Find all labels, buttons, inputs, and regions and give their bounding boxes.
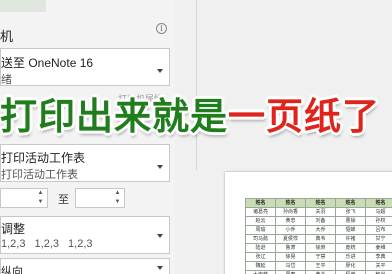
table-cell: 典韦 <box>305 234 336 244</box>
printer-dropdown[interactable]: 送至 OneNote 16 绪 <box>0 48 170 86</box>
orientation-label: 纵向 <box>1 266 23 274</box>
chevron-down-icon <box>157 69 163 73</box>
header-cell: 姓名 <box>365 198 392 208</box>
spin-up-icon[interactable]: ▲ <box>37 190 44 197</box>
header-cell: 姓名 <box>275 198 306 208</box>
table-cell: 张飞 <box>335 207 366 217</box>
table-cell: 鲁肃 <box>275 243 306 253</box>
table-cell: 陆逊 <box>245 243 276 253</box>
pane-header-strip <box>0 0 46 12</box>
table-cell: 周泰 <box>275 270 306 274</box>
table-row: 太史慈周泰黄盖程普韩当 <box>245 270 392 274</box>
printer-section-title: 机 <box>0 29 14 44</box>
page-to-input[interactable]: ▲ ▼ <box>75 188 125 208</box>
table-cell: 刘备 <box>305 216 336 226</box>
preview-table: 姓名 姓名 姓名 姓名 姓名 诸葛亮 孙尚香 关羽 张飞 马超 赵云 黄忠 刘备 曹操 孙权 周瑜 小乔 大乔 貂蝉… <box>245 198 392 274</box>
caption-main: 打印出来就是 <box>0 95 228 138</box>
table-cell: 赵云 <box>245 216 276 226</box>
chevron-down-icon <box>157 266 163 270</box>
table-cell: 徐晃 <box>275 252 306 262</box>
header-cell: 姓名 <box>245 198 276 208</box>
table-cell: 廖化 <box>335 261 366 271</box>
printer-name: 送至 OneNote 16 <box>1 56 94 70</box>
table-row: 周瑜 小乔 大乔 貂蝉 吕布 <box>245 225 392 235</box>
preview-divider <box>196 0 197 170</box>
page-to-label: 至 <box>58 194 69 206</box>
table-cell: 貂蝉 <box>335 225 366 235</box>
orientation-dropdown[interactable]: 纵向 <box>0 258 170 274</box>
table-row: 诸葛亮 孙尚香 关羽 张飞 马超 <box>245 207 392 217</box>
table-cell: 诸葛亮 <box>245 207 276 217</box>
collate-dropdown[interactable]: 调整 1,2,3 1,2,3 1,2,3 <box>0 216 170 254</box>
table-cell: 张辽 <box>245 252 276 262</box>
chevron-down-icon <box>157 165 163 169</box>
table-cell: 孙权 <box>365 216 392 226</box>
collate-order: 1,2,3 1,2,3 1,2,3 <box>1 238 93 250</box>
table-cell: 王平 <box>305 261 336 271</box>
table-cell: 关平 <box>365 261 392 271</box>
table-cell: 马岱 <box>275 261 306 271</box>
table-row: 赵云 黄忠 刘备 曹操 孙权 <box>245 216 392 226</box>
caption-overlay: 打印出来就是一页纸了 <box>0 92 392 142</box>
spin-up-icon[interactable]: ▲ <box>114 190 121 197</box>
page-from-input[interactable]: ▲ ▼ <box>0 188 48 208</box>
table-cell: 徐庶 <box>305 243 336 253</box>
table-row: 司马懿 夏侯惇 典韦 许褚 甘宁 <box>245 234 392 244</box>
preview-page: 姓名 姓名 姓名 姓名 姓名 诸葛亮 孙尚香 关羽 张飞 马超 赵云 黄忠 刘备 曹操 孙权 周瑜 小乔 大乔 貂蝉… <box>225 172 392 274</box>
table-cell: 黄忠 <box>275 216 306 226</box>
table-cell: 曹操 <box>335 216 366 226</box>
chevron-down-icon <box>157 234 163 238</box>
table-cell: 甘宁 <box>365 234 392 244</box>
table-row: 张辽 徐晃 于禁 乐进 李典 <box>245 252 392 262</box>
spin-down-icon[interactable]: ▼ <box>37 199 44 206</box>
table-cell: 吕布 <box>365 225 392 235</box>
header-cell: 姓名 <box>335 198 366 208</box>
table-cell: 太史慈 <box>245 270 276 274</box>
print-scope-dropdown[interactable]: 打印活动工作表 打印活动工作表 <box>0 144 170 182</box>
table-row: 陆逊 鲁肃 徐庶 庞统 姜维 <box>245 243 392 253</box>
spin-down-icon[interactable]: ▼ <box>114 199 121 206</box>
table-cell: 乐进 <box>335 252 366 262</box>
table-cell: 小乔 <box>275 225 306 235</box>
table-cell: 周瑜 <box>245 225 276 235</box>
table-cell: 马超 <box>365 207 392 217</box>
table-cell: 大乔 <box>305 225 336 235</box>
table-cell: 关羽 <box>305 207 336 217</box>
print-scope-label: 打印活动工作表 <box>1 151 86 165</box>
info-icon[interactable]: i <box>156 23 167 34</box>
table-cell: 孙尚香 <box>275 207 306 217</box>
print-scope-description: 打印活动工作表 <box>1 169 78 181</box>
table-cell: 于禁 <box>305 252 336 262</box>
table-cell: 庞统 <box>335 243 366 253</box>
table-cell: 李典 <box>365 252 392 262</box>
table-header-row: 姓名 姓名 姓名 姓名 姓名 <box>245 198 392 208</box>
header-cell: 姓名 <box>305 198 336 208</box>
table-cell: 程普 <box>335 270 366 274</box>
caption-accent: 一页纸了 <box>228 95 380 138</box>
table-cell: 韩当 <box>365 270 392 274</box>
table-cell: 魏延 <box>245 261 276 271</box>
table-cell: 司马懿 <box>245 234 276 244</box>
table-cell: 许褚 <box>335 234 366 244</box>
collate-label: 调整 <box>1 222 26 236</box>
table-cell: 姜维 <box>365 243 392 253</box>
printer-status: 绪 <box>1 74 12 86</box>
table-cell: 黄盖 <box>305 270 336 274</box>
table-cell: 夏侯惇 <box>275 234 306 244</box>
table-row: 魏延 马岱 王平 廖化 关平 <box>245 261 392 271</box>
